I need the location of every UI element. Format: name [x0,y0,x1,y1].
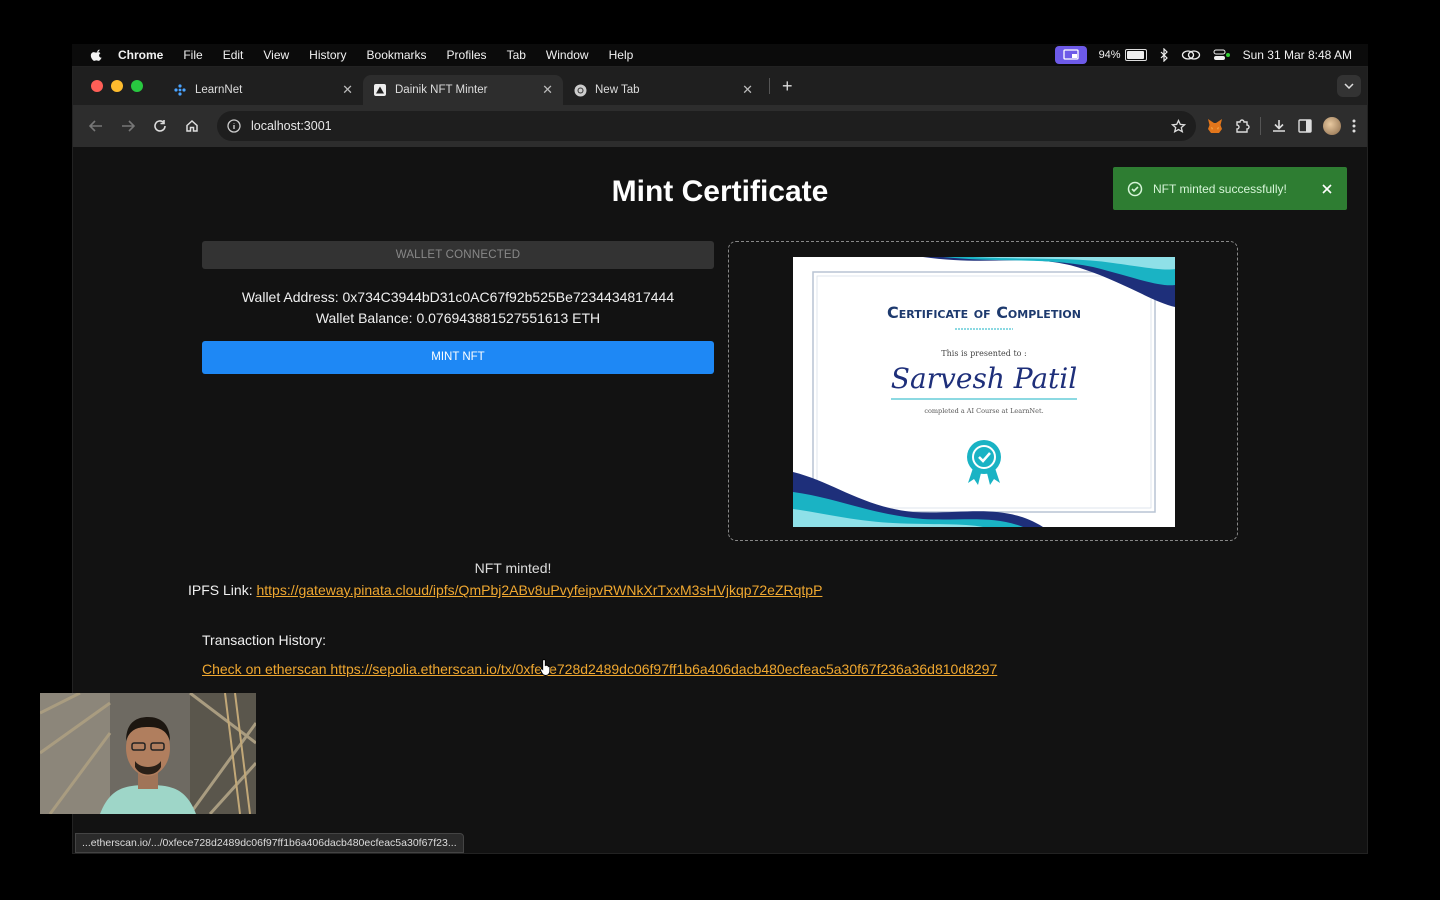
tab-title: Dainik NFT Minter [395,84,488,96]
menu-history[interactable]: History [309,48,346,62]
app-icon [373,83,387,97]
certificate-presented: This is presented to : [941,349,1026,358]
nft-minted-text: NFT minted! [474,560,552,576]
close-tab-icon[interactable]: ✕ [742,82,753,98]
screen-recording-icon[interactable] [1054,46,1087,64]
menu-tab[interactable]: Tab [507,48,526,62]
side-panel-icon[interactable] [1297,118,1313,134]
link-status-bubble: ...etherscan.io/.../0xfece728d2489dc06f9… [75,833,464,853]
forward-arrow-icon [122,120,135,132]
wallet-connected-button[interactable]: WALLET CONNECTED [202,241,714,269]
address-bar[interactable]: localhost:3001 [217,111,1196,141]
transaction-history-heading: Transaction History: [202,632,326,648]
menu-chrome[interactable]: Chrome [118,48,163,62]
transaction-row: Check on etherscan https://sepolia.ether… [202,661,997,677]
browser-window: LearnNet ✕ Dainik NFT Minter ✕ New Tab ✕… [72,66,1368,854]
tab-title: New Tab [595,84,640,96]
check-circle-icon [1127,181,1143,196]
webcam-overlay [40,693,256,814]
tab-new-tab[interactable]: New Tab ✕ [563,75,763,105]
chrome-icon [573,83,587,97]
new-tab-button[interactable]: + [782,76,793,97]
tab-title: LearnNet [195,84,243,96]
back-button[interactable] [83,113,109,139]
tab-dainik-nft-minter[interactable]: Dainik NFT Minter ✕ [363,75,563,105]
menu-help[interactable]: Help [609,48,634,62]
metamask-fox-icon[interactable] [1206,118,1224,134]
menu-view[interactable]: View [263,48,289,62]
close-tab-icon[interactable]: ✕ [342,82,353,98]
tab-search-button[interactable] [1337,75,1361,97]
zoom-window-button[interactable] [131,80,143,92]
tab-strip: LearnNet ✕ Dainik NFT Minter ✕ New Tab ✕… [73,67,1367,105]
ipfs-label: IPFS Link: [188,582,257,598]
battery-icon [1124,49,1147,61]
menu-bookmarks[interactable]: Bookmarks [367,48,427,62]
reload-icon [154,120,166,132]
toolbar-separator [1260,117,1261,135]
certificate-preview: Certificate of Completion This is presen… [728,241,1238,541]
success-toast: NFT minted successfully! [1113,167,1347,210]
toast-message: NFT minted successfully! [1153,181,1287,196]
menu-file[interactable]: File [183,48,202,62]
more-menu-icon[interactable] [1351,118,1357,134]
apple-icon[interactable] [90,48,104,62]
extensions-puzzle-icon[interactable] [1234,118,1250,134]
close-window-button[interactable] [91,80,103,92]
wallet-info: Wallet Address: 0x734C3944bD31c0AC67f92b… [202,287,714,329]
forward-button[interactable] [115,113,141,139]
wallet-address: Wallet Address: 0x734C3944bD31c0AC67f92b… [241,289,675,305]
mint-nft-button[interactable]: MINT NFT [202,341,714,374]
url-text[interactable]: localhost:3001 [251,119,1171,133]
browser-toolbar: localhost:3001 [73,105,1367,147]
site-info-icon[interactable] [227,119,241,133]
certificate-heading: Certificate of Completion [887,303,1081,322]
hand-cursor-icon [540,659,551,676]
minimize-window-button[interactable] [111,80,123,92]
etherscan-link[interactable]: Check on etherscan https://sepolia.ether… [202,661,997,677]
menu-profiles[interactable]: Profiles [447,48,487,62]
home-icon [186,119,198,132]
battery-indicator[interactable]: 94% [1099,49,1147,61]
bookmark-star-icon[interactable] [1171,118,1186,134]
menubar-clock[interactable]: Sun 31 Mar 8:48 AM [1243,48,1352,62]
link-icon[interactable] [1181,49,1201,61]
certificate-image: Certificate of Completion This is presen… [793,257,1175,527]
ipfs-link[interactable]: https://gateway.pinata.cloud/ipfs/QmPbj2… [256,582,822,598]
certificate-recipient-name: Sarvesh Patil [891,362,1077,395]
certificate-description: completed a AI Course at LearnNet. [924,407,1043,415]
bluetooth-icon[interactable] [1159,48,1169,62]
battery-percent: 94% [1098,49,1121,61]
learnnet-icon [173,83,187,97]
page-content: Mint Certificate NFT minted successfully… [73,147,1367,853]
menu-edit[interactable]: Edit [223,48,244,62]
back-arrow-icon [89,120,102,132]
close-tab-icon[interactable]: ✕ [542,82,553,98]
chevron-down-icon [1344,83,1354,89]
wallet-balance: Wallet Balance: 0.076943881527551613 ETH [315,310,601,326]
download-icon[interactable] [1271,118,1287,134]
profile-avatar[interactable] [1323,117,1341,135]
close-icon[interactable] [1321,183,1333,195]
macos-menu-bar: Chrome File Edit View History Bookmarks … [72,44,1368,66]
tab-learnnet[interactable]: LearnNet ✕ [163,75,363,105]
toolbar-actions [1206,117,1357,135]
control-center-icon[interactable] [1213,49,1231,61]
ipfs-row: IPFS Link: https://gateway.pinata.cloud/… [188,582,822,598]
menu-window[interactable]: Window [546,48,589,62]
window-controls [91,80,143,92]
home-button[interactable] [179,113,205,139]
reload-button[interactable] [147,113,173,139]
presenter-video [40,693,256,814]
tab-divider [769,78,770,94]
